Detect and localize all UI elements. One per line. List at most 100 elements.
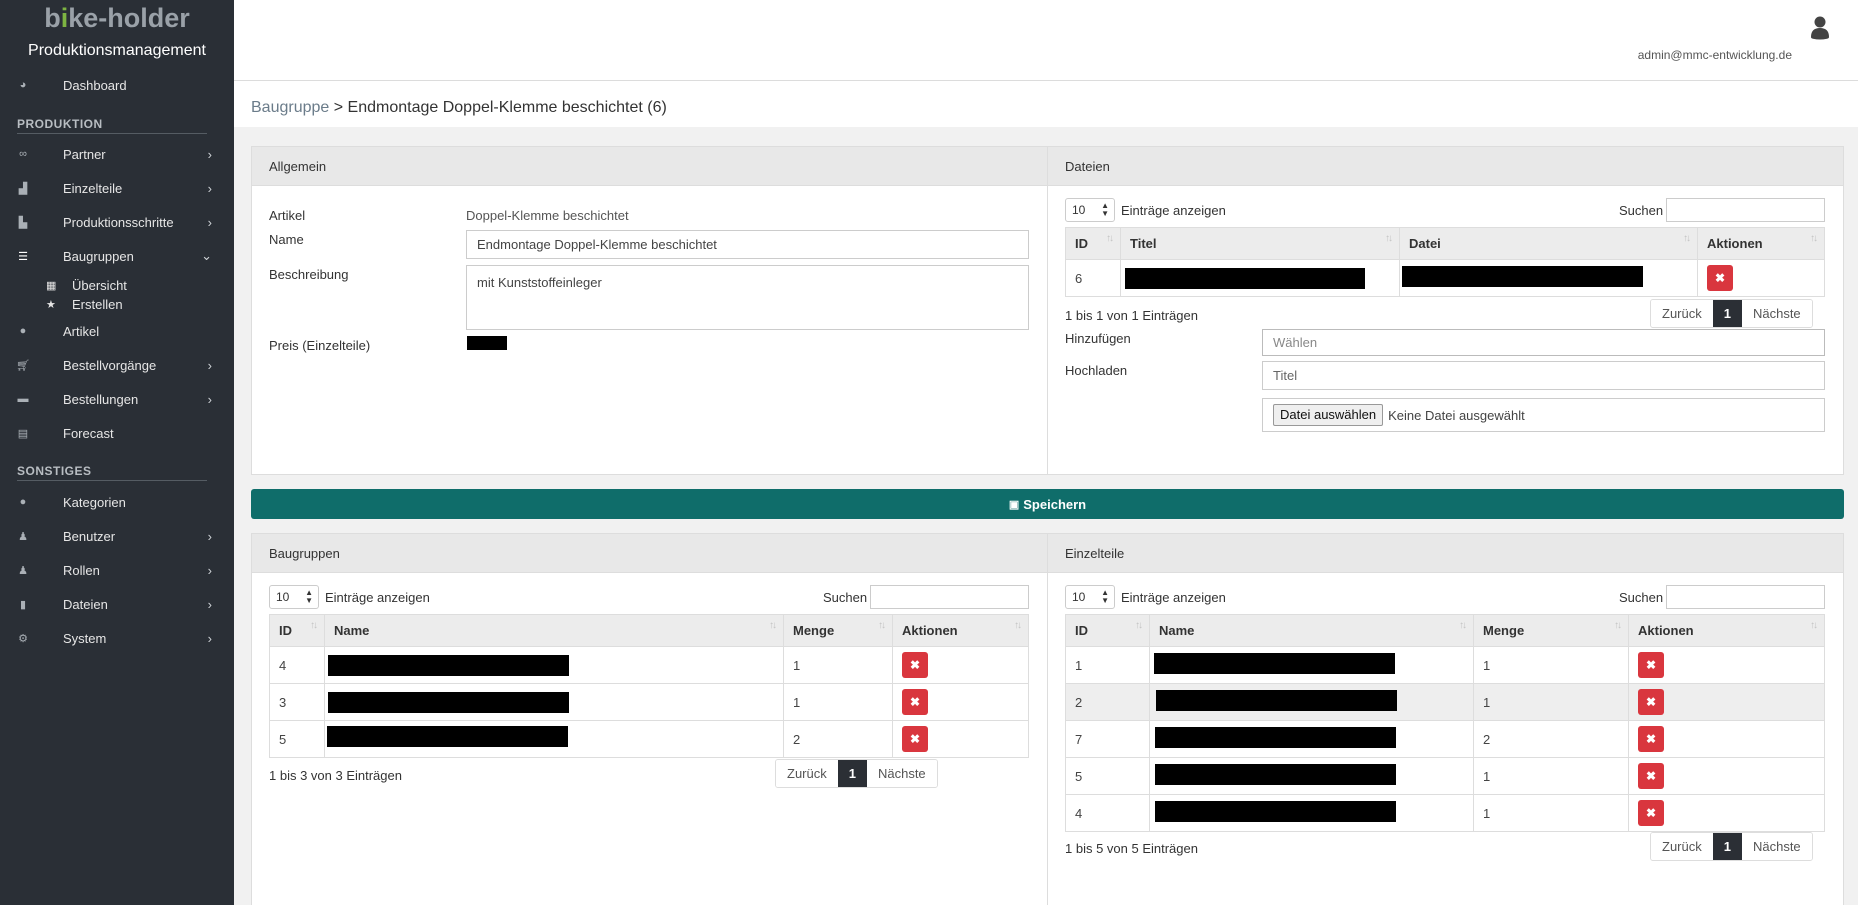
- cart-icon: 🛒︎: [16, 359, 30, 372]
- sort-icon: ↑↓: [1459, 620, 1467, 631]
- search-input[interactable]: [1666, 198, 1825, 222]
- sidebar: bike-holder Produktionsmanagement ◕ Dash…: [0, 0, 234, 905]
- delete-button[interactable]: ✖: [1638, 763, 1664, 789]
- sidebar-item-einzelteile[interactable]: ▟ Einzelteile ›: [0, 171, 234, 205]
- sidebar-item-dashboard[interactable]: ◕ Dashboard: [0, 68, 234, 102]
- pagination-page[interactable]: 1: [1712, 300, 1742, 327]
- sidebar-item-partner[interactable]: ∞ Partner ›: [0, 137, 234, 171]
- delete-button[interactable]: ✖: [1638, 800, 1664, 826]
- sidebar-item-kategorien[interactable]: ● Kategorien: [0, 485, 234, 519]
- redacted-block: [327, 726, 568, 747]
- delete-button[interactable]: ✖: [902, 689, 928, 715]
- name-input[interactable]: Endmontage Doppel-Klemme beschichtet: [466, 230, 1029, 259]
- beschreibung-textarea[interactable]: mit Kunststoffeinleger: [466, 265, 1029, 330]
- col-header-id[interactable]: ID ↑↓: [269, 614, 325, 647]
- cell-menge: 2: [1473, 720, 1629, 758]
- col-header-id[interactable]: ID ↑↓: [1065, 227, 1121, 260]
- sidebar-item-system[interactable]: ⚙ System ›: [0, 621, 234, 655]
- col-header-name[interactable]: Name ↑↓: [324, 614, 784, 647]
- section-divider: [17, 480, 207, 481]
- section-sonstiges: SONSTIGES: [17, 464, 92, 478]
- col-header-aktionen[interactable]: Aktionen ↑↓: [892, 614, 1029, 647]
- dateien-table: ID ↑↓ Titel ↑↓ Datei ↑↓ Aktionen ↑↓ 6 ✖: [1065, 227, 1825, 297]
- panel-baugruppen: Baugruppen 10 ▲ ▼ Einträge anzeigen Suchen…: [251, 533, 1048, 905]
- cell-id: 6: [1065, 259, 1121, 297]
- sort-icon: ↑↓: [1683, 233, 1691, 244]
- delete-button[interactable]: ✖: [902, 652, 928, 678]
- logo[interactable]: bike-holder Produktionsmanagement: [0, 0, 234, 61]
- titel-input[interactable]: Titel: [1262, 361, 1825, 390]
- pagination-next[interactable]: Nächste: [1741, 300, 1812, 327]
- cell-id: 5: [1065, 757, 1150, 795]
- search-input[interactable]: [870, 585, 1029, 609]
- user-role-icon: ♟: [18, 564, 28, 577]
- save-button[interactable]: ▣ Speichern: [251, 489, 1844, 519]
- chevron-right-icon: ›: [207, 562, 212, 578]
- sidebar-item-dateien[interactable]: ▮ Dateien ›: [0, 587, 234, 621]
- table-info: 1 bis 1 von 1 Einträgen: [1065, 308, 1198, 323]
- file-input[interactable]: Datei auswählen Keine Datei ausgewählt: [1262, 398, 1825, 432]
- col-header-name[interactable]: Name ↑↓: [1149, 614, 1474, 647]
- user-avatar-icon[interactable]: [1806, 13, 1834, 41]
- sidebar-item-forecast[interactable]: ▤ Forecast: [0, 416, 234, 450]
- col-header-datei[interactable]: Datei ↑↓: [1399, 227, 1698, 260]
- delete-button[interactable]: ✖: [1707, 265, 1733, 291]
- delete-button[interactable]: ✖: [1638, 652, 1664, 678]
- pagination-prev[interactable]: Zurück: [1651, 300, 1713, 327]
- sidebar-item-produktionsschritte[interactable]: ▙ Produktionsschritte ›: [0, 205, 234, 239]
- panel-title: Allgemein: [252, 147, 1047, 186]
- redacted-block: [1155, 764, 1396, 785]
- file-status: Keine Datei ausgewählt: [1388, 407, 1525, 423]
- col-header-aktionen[interactable]: Aktionen ↑↓: [1697, 227, 1825, 260]
- sidebar-item-rollen[interactable]: ♟ Rollen ›: [0, 553, 234, 587]
- pagination-page[interactable]: 1: [837, 760, 867, 787]
- cell-name: [1149, 794, 1474, 832]
- delete-button[interactable]: ✖: [902, 726, 928, 752]
- pagination-next[interactable]: Nächste: [1741, 833, 1812, 860]
- delete-button[interactable]: ✖: [1638, 689, 1664, 715]
- pagination-prev[interactable]: Zurück: [776, 760, 838, 787]
- chevron-down-icon: ⌄: [201, 248, 212, 263]
- sidebar-item-artikel[interactable]: ● Artikel: [0, 314, 234, 348]
- entries-length-select[interactable]: 10 ▲ ▼: [1065, 198, 1115, 222]
- sidebar-item-bestellungen[interactable]: ▬ Bestellungen ›: [0, 382, 234, 416]
- table-row: 7 2 ✖: [1065, 720, 1825, 758]
- sidebar-subitem-erstellen[interactable]: ★ Erstellen: [0, 294, 234, 314]
- sidebar-item-baugruppen[interactable]: ☰ Baugruppen ⌄: [0, 239, 234, 273]
- waehlen-select[interactable]: Wählen: [1262, 329, 1825, 356]
- breadcrumb-separator: >: [329, 99, 348, 116]
- cell-id: 5: [269, 720, 325, 758]
- cell-titel: [1120, 259, 1400, 297]
- delete-button[interactable]: ✖: [1638, 726, 1664, 752]
- col-header-aktionen[interactable]: Aktionen ↑↓: [1628, 614, 1825, 647]
- cell-name: [324, 683, 784, 721]
- chevron-right-icon: ›: [207, 528, 212, 544]
- sidebar-item-bestellvorgaenge[interactable]: 🛒︎ Bestellvorgänge ›: [0, 348, 234, 382]
- hochladen-label: Hochladen: [1065, 363, 1128, 378]
- table-row: 2 1 ✖: [1065, 683, 1825, 721]
- save-icon: ▣: [1008, 498, 1020, 511]
- search-label: Suchen: [823, 590, 868, 605]
- search-input[interactable]: [1666, 585, 1825, 609]
- col-header-menge[interactable]: Menge ↑↓: [783, 614, 893, 647]
- entries-length-select[interactable]: 10 ▲ ▼: [1065, 585, 1115, 609]
- breadcrumb-link[interactable]: Baugruppe: [251, 99, 329, 116]
- col-header-id[interactable]: ID ↑↓: [1065, 614, 1150, 647]
- cell-id: 4: [269, 646, 325, 684]
- sidebar-subitem-uebersicht[interactable]: ▦ Übersicht: [0, 275, 234, 295]
- pagination-page[interactable]: 1: [1712, 833, 1742, 860]
- cell-aktionen: ✖: [1628, 646, 1825, 684]
- chevron-right-icon: ›: [207, 596, 212, 612]
- col-header-menge[interactable]: Menge ↑↓: [1473, 614, 1629, 647]
- sidebar-item-benutzer[interactable]: ♟ Benutzer ›: [0, 519, 234, 553]
- user-email[interactable]: admin@mmc-entwicklung.de: [1638, 48, 1792, 62]
- col-header-titel[interactable]: Titel ↑↓: [1120, 227, 1400, 260]
- pagination-next[interactable]: Nächste: [866, 760, 937, 787]
- panel-einzelteile: Einzelteile 10 ▲ ▼ Einträge anzeigen Suche…: [1047, 533, 1844, 905]
- pagination-prev[interactable]: Zurück: [1651, 833, 1713, 860]
- updown-icon: ▲ ▼: [305, 588, 313, 605]
- table-row: 3 1 ✖: [269, 683, 1029, 721]
- product-icon: ●: [19, 325, 27, 337]
- file-choose-button[interactable]: Datei auswählen: [1273, 404, 1384, 426]
- entries-length-select[interactable]: 10 ▲ ▼: [269, 585, 319, 609]
